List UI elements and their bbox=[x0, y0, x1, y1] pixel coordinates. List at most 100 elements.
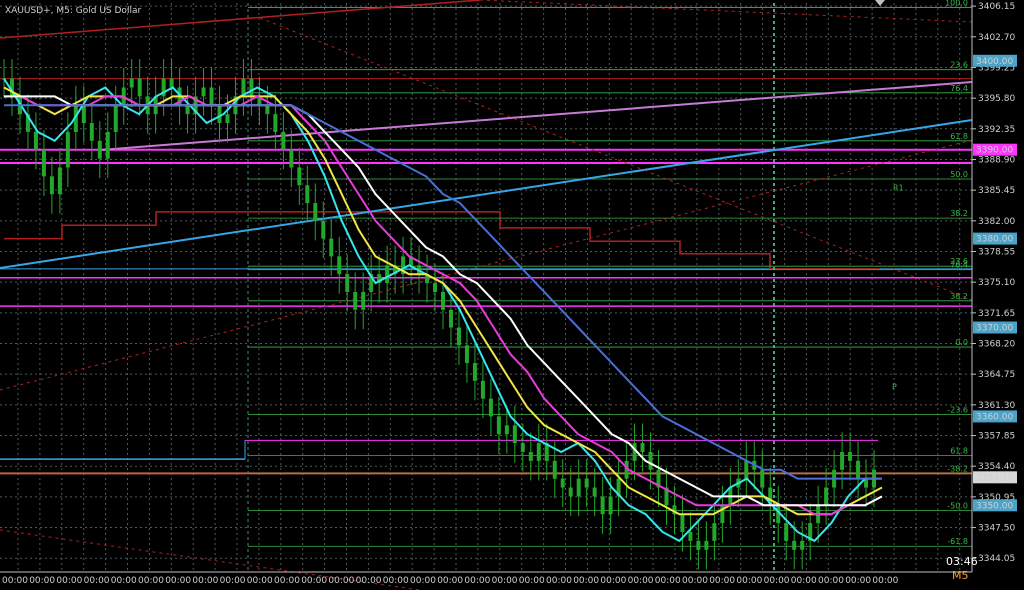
y-tick-label: 3354.40 bbox=[978, 462, 1015, 472]
candle-body bbox=[696, 540, 701, 550]
fib-label: 61.8 bbox=[950, 447, 968, 456]
candle-body bbox=[329, 238, 334, 257]
candle-body bbox=[305, 185, 310, 204]
y-tick-label: 3388.90 bbox=[978, 155, 1015, 165]
y-tick-label: 3382.00 bbox=[978, 217, 1015, 227]
pivot-label: R1 bbox=[893, 184, 904, 193]
x-tick-label: 00:00 bbox=[29, 576, 55, 586]
y-tick-label: 3402.70 bbox=[978, 33, 1015, 43]
y-tick-label: 3347.50 bbox=[978, 524, 1015, 534]
candle-body bbox=[345, 274, 350, 292]
y-tick-label: 3361.30 bbox=[978, 401, 1015, 411]
candle-body bbox=[297, 167, 302, 186]
y-tick-label: 3368.20 bbox=[978, 340, 1015, 350]
candle-body bbox=[456, 327, 461, 346]
candle-body bbox=[313, 203, 318, 221]
candle-body bbox=[113, 105, 118, 132]
candle-body bbox=[337, 256, 342, 275]
x-tick-label: 00:00 bbox=[437, 576, 463, 586]
candle-body bbox=[608, 496, 613, 515]
fib-label: 38.2 bbox=[950, 209, 968, 218]
price-box-label: 3390.00 bbox=[976, 146, 1013, 156]
candle-body bbox=[480, 380, 485, 399]
fib-label: 23.6 bbox=[950, 61, 968, 70]
candle-body bbox=[504, 425, 509, 435]
candle-body bbox=[97, 140, 102, 159]
pivot-label: P bbox=[892, 383, 897, 392]
candle-body bbox=[744, 460, 749, 479]
timeframe-label: M5 bbox=[952, 569, 969, 582]
fib-label: 38.2 bbox=[950, 292, 968, 301]
candle-body bbox=[273, 114, 278, 132]
fib-label: 50.0 bbox=[950, 170, 968, 179]
candle-body bbox=[89, 123, 94, 141]
candle-body bbox=[65, 131, 70, 168]
candle-body bbox=[840, 451, 845, 470]
x-tick-label: 00:00 bbox=[84, 576, 110, 586]
candle-body bbox=[49, 176, 54, 195]
x-tick-label: 00:00 bbox=[165, 576, 191, 586]
candle-body bbox=[592, 487, 597, 497]
candle-body bbox=[265, 105, 270, 115]
candle-body bbox=[249, 78, 254, 97]
x-tick-label: 00:00 bbox=[138, 576, 164, 586]
candle-body bbox=[217, 105, 222, 124]
candle-body bbox=[552, 460, 557, 479]
candle-body bbox=[105, 131, 110, 159]
candle-body bbox=[441, 291, 445, 310]
fib-label: -38.2 bbox=[947, 464, 968, 473]
x-tick-label: 00:00 bbox=[791, 576, 817, 586]
candle-body bbox=[57, 167, 62, 195]
candle-body bbox=[225, 114, 230, 124]
x-tick-label: 00:00 bbox=[546, 576, 572, 586]
candle-body bbox=[536, 443, 541, 461]
price-box-label: 3353.15 bbox=[976, 473, 1013, 483]
x-tick-label: 00:00 bbox=[111, 576, 137, 586]
y-tick-label: 3357.85 bbox=[978, 432, 1015, 442]
x-tick-label: 00:00 bbox=[410, 576, 436, 586]
candle-body bbox=[488, 398, 493, 417]
x-tick-label: 00:00 bbox=[682, 576, 708, 586]
candle-body bbox=[712, 523, 717, 541]
fib-label: 76.4 bbox=[950, 84, 968, 93]
candle-body bbox=[201, 87, 206, 97]
fib-label: 100.0 bbox=[945, 0, 968, 7]
price-box-label: 3380.00 bbox=[976, 235, 1013, 245]
candle-body bbox=[528, 451, 533, 461]
x-tick-label: 00:00 bbox=[600, 576, 626, 586]
x-tick-label: 00:00 bbox=[845, 576, 871, 586]
x-tick-label: 00:00 bbox=[872, 576, 898, 586]
candle-body bbox=[33, 131, 38, 150]
candle-body bbox=[512, 425, 517, 444]
x-tick-label: 00:00 bbox=[220, 576, 246, 586]
candle-body bbox=[185, 105, 190, 115]
x-tick-label: 00:00 bbox=[383, 576, 409, 586]
candle-body bbox=[576, 478, 581, 497]
x-tick-label: 00:00 bbox=[764, 576, 790, 586]
price-box-label: 3360.00 bbox=[976, 412, 1013, 422]
timer-label: 03:46 bbox=[946, 555, 978, 568]
fib-label: 0.0 bbox=[955, 338, 968, 347]
candle-body bbox=[289, 149, 294, 168]
candle-body bbox=[209, 87, 214, 106]
candle-body bbox=[433, 283, 438, 292]
candle-body bbox=[640, 443, 645, 452]
candle-body bbox=[137, 78, 142, 97]
price-box-label: 3400.00 bbox=[976, 57, 1013, 67]
candle-body bbox=[81, 105, 86, 124]
x-tick-label: 00:00 bbox=[736, 576, 762, 586]
x-tick-label: 00:00 bbox=[192, 576, 218, 586]
candle-body bbox=[760, 469, 765, 488]
price-box-label: 3350.00 bbox=[976, 501, 1013, 511]
y-tick-label: 3344.05 bbox=[978, 554, 1015, 564]
candle-body bbox=[448, 309, 453, 328]
candle-body bbox=[800, 540, 805, 550]
y-tick-label: 3364.75 bbox=[978, 370, 1015, 380]
x-tick-label: 00:00 bbox=[492, 576, 518, 586]
candle-body bbox=[648, 451, 653, 470]
x-tick-label: 00:00 bbox=[573, 576, 599, 586]
price-chart[interactable]: 100.023.676.461.850.038.223.676.438.20.0… bbox=[0, 0, 1024, 590]
x-tick-label: 00:00 bbox=[328, 576, 354, 586]
x-tick-label: 00:00 bbox=[2, 576, 28, 586]
candle-body bbox=[584, 478, 589, 488]
